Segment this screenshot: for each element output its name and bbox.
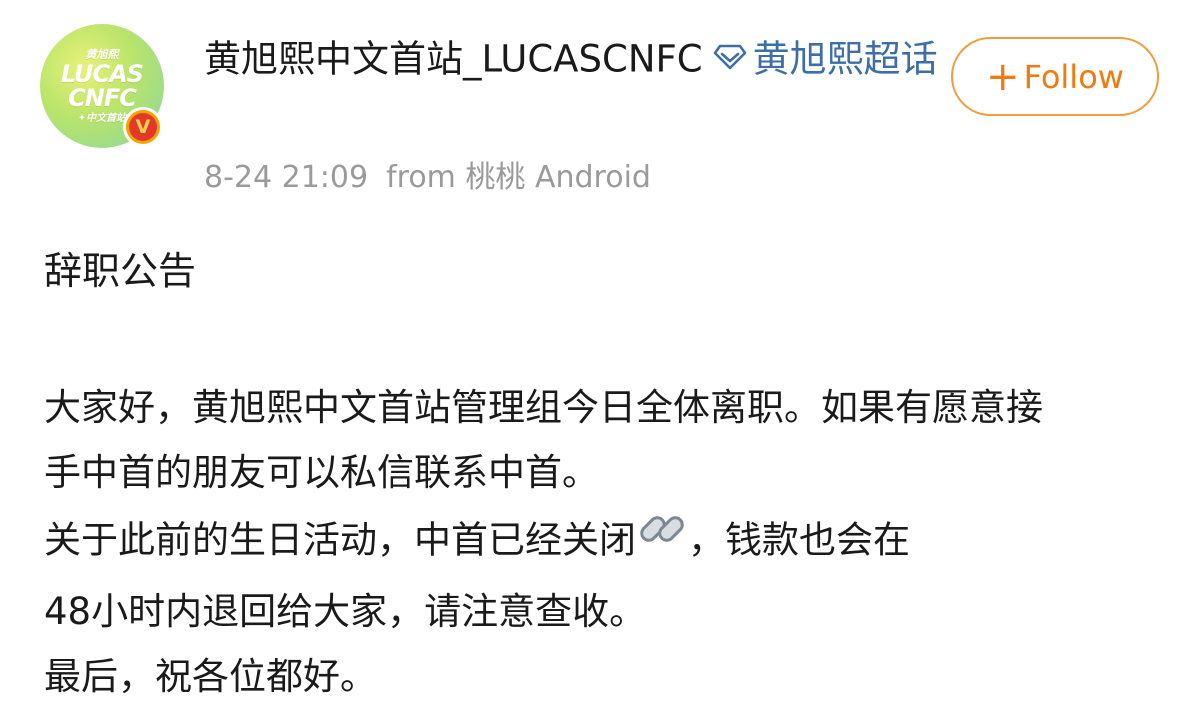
follow-label: Follow	[1023, 57, 1124, 96]
post-line-part: ，钱款也会在	[688, 518, 910, 562]
verified-mark: V	[129, 113, 157, 141]
post-line: 手中首的朋友可以私信联系中首。	[44, 451, 599, 494]
post-line: 大家好，黄旭熙中文首站管理组今日全体离职。如果有愿意接	[44, 386, 1043, 429]
plus-icon: +	[986, 53, 1020, 100]
post-line: 最后，祝各位都好。	[44, 655, 377, 698]
post-body: 大家好，黄旭熙中文首站管理组今日全体离职。如果有愿意接 手中首的朋友可以私信联系…	[44, 375, 1194, 709]
verified-badge-icon: V	[123, 107, 163, 147]
post-source: from 桃桃 Android	[386, 160, 651, 195]
post-meta: 8-24 21:09 from 桃桃 Android	[204, 156, 651, 200]
username-link[interactable]: 黄旭熙中文首站_LUCASCNFC	[204, 38, 703, 81]
diamond-icon	[713, 30, 747, 86]
post-header: 黄旭熙中文首站_LUCASCNFC 黄旭熙超话	[204, 30, 944, 92]
post-title: 辞职公告	[44, 249, 197, 293]
avatar-text-line2: CNFC	[68, 83, 137, 112]
post-timestamp[interactable]: 8-24 21:09	[204, 160, 368, 195]
supertopic-link[interactable]: 黄旭熙超话	[753, 38, 938, 81]
follow-button[interactable]: + Follow	[951, 37, 1159, 116]
avatar-text-top: 黄旭熙	[85, 47, 119, 61]
link-icon	[636, 505, 688, 573]
post-line-with-icon: 关于此前的生日活动，中首已经关闭 ，钱款也会在	[44, 505, 1194, 579]
post-line-part: 关于此前的生日活动，中首已经关闭	[44, 518, 636, 562]
avatar-text-line1: LUCAS	[61, 59, 144, 88]
avatar-text-sub: ✦中文首站	[77, 112, 127, 124]
post-line: 48小时内退回给大家，请注意查收。	[44, 590, 647, 633]
